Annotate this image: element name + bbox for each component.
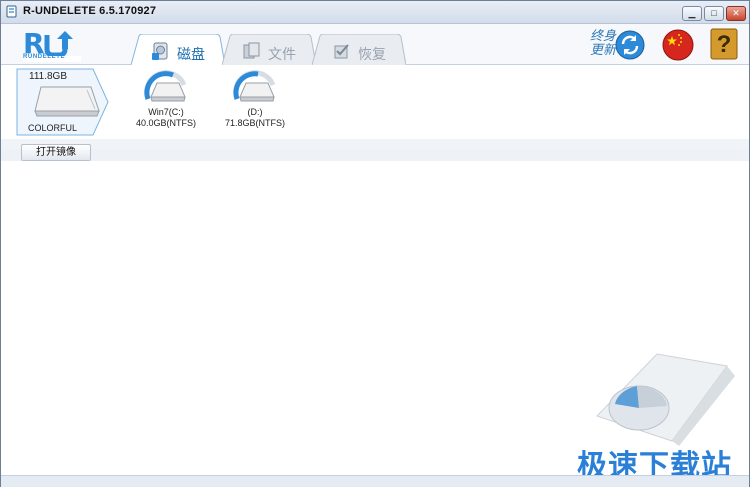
refresh-icon[interactable] [615, 30, 645, 60]
status-bar [1, 475, 749, 487]
tab-files-label: 文件 [268, 47, 296, 63]
partition-item[interactable]: (D:) 71.8GB(NTFS) [210, 69, 300, 133]
disk-size: 111.8GB [29, 71, 67, 82]
disk-name: COLORFUL [28, 123, 78, 133]
files-icon [243, 42, 260, 59]
app-icon [6, 5, 17, 18]
tab-disk[interactable]: 磁盘 [131, 34, 225, 65]
partition-drive-icon [144, 70, 187, 102]
tab-files[interactable]: 文件 [222, 34, 316, 65]
partition-name: Win7(C:) [148, 107, 184, 117]
hdd-icon [34, 86, 100, 117]
physical-disk-item[interactable]: 111.8GB COLORFUL [15, 67, 111, 137]
recover-icon [334, 44, 349, 59]
partition-size: 40.0GB(NTFS) [135, 118, 196, 128]
app-window: R-UNDELETE 6.5.170927 ▁ □ ✕ R RUNDELETE … [0, 0, 750, 487]
china-flag-icon[interactable] [662, 29, 694, 61]
logo-text: RUNDELETE [23, 54, 66, 60]
partition-name: (D:) [247, 107, 263, 117]
drive-list: 111.8GB COLORFUL Win7(C:) 40.0GB(NTFS) (… [1, 65, 749, 139]
disk-icon [152, 42, 168, 60]
tab-recover-label: 恢复 [358, 47, 386, 63]
partition-item[interactable]: Win7(C:) 40.0GB(NTFS) [121, 69, 211, 133]
drive-list-separator [1, 139, 749, 149]
title-bar: R-UNDELETE 6.5.170927 ▁ □ ✕ [1, 1, 749, 24]
window-title: R-UNDELETE 6.5.170927 [23, 5, 157, 17]
minimize-button[interactable]: ▁ [682, 6, 702, 21]
tab-recover[interactable]: 恢复 [312, 34, 406, 65]
lifetime-update-text[interactable]: 终身 更新 [578, 30, 616, 58]
close-button[interactable]: ✕ [726, 6, 746, 21]
open-image-button[interactable]: 打开镜像 [21, 144, 91, 161]
watermark-disk-icon [596, 353, 735, 446]
update-text-line1: 终身 [589, 29, 616, 44]
partition-size: 71.8GB(NTFS) [224, 118, 285, 128]
update-text-line2: 更新 [589, 43, 616, 58]
help-label: ? [716, 31, 732, 58]
tab-disk-label: 磁盘 [177, 47, 205, 63]
help-button[interactable]: ? [710, 28, 738, 60]
toolbar: R RUNDELETE 磁盘 文件 恢复 终身 更新 ? [1, 24, 749, 65]
maximize-button[interactable]: □ [704, 6, 724, 21]
partition-drive-icon [233, 70, 276, 102]
